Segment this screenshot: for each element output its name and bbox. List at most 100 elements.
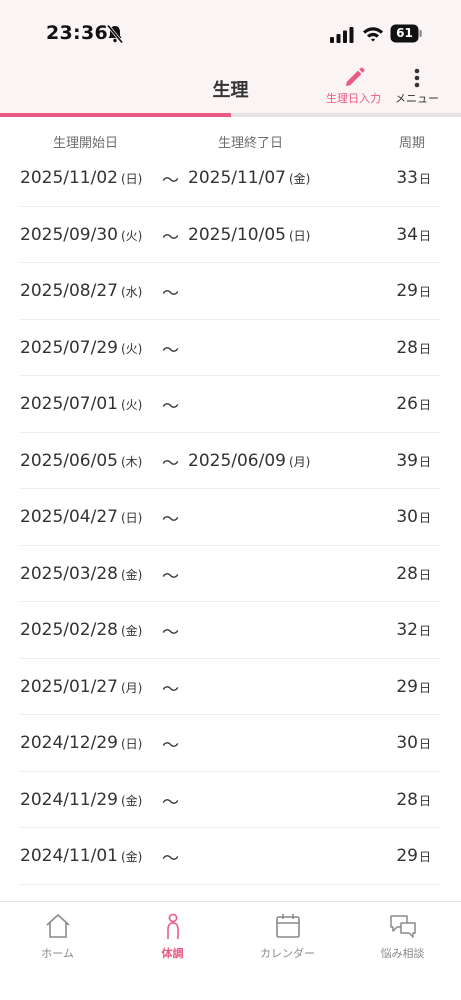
status-bar: 23:36 61 [0,0,461,62]
period-start: 2024/11/01 (金) [20,846,142,866]
period-row[interactable]: 2025/02/28 (金) 〜 32日 [20,602,441,659]
period-start-weekday: (火) [120,341,143,356]
chat-bubbles-icon [389,915,416,938]
period-row[interactable]: 2024/12/29 (日) 〜 30日 [20,715,441,772]
period-start: 2025/01/27 (月) [20,677,142,697]
period-row[interactable]: 2024/11/29 (金) 〜 28日 [20,772,441,828]
cycle-unit: 日 [418,454,431,469]
period-start: 2025/06/05 (木) [20,451,142,471]
cycle-days: 28 [396,563,418,584]
column-header-start: 生理開始日 [53,136,119,151]
cycle-unit: 日 [418,737,431,751]
period-start: 2025/09/30 (火) [20,225,142,245]
cycle-days: 29 [396,281,418,301]
period-start-date: 2025/07/29 [20,337,118,358]
period-start-weekday: (日) [120,172,143,186]
person-icon [166,913,179,939]
menu-button[interactable]: メニュー [395,66,439,106]
period-start-date: 2025/01/27 [20,676,118,697]
range-tilde: 〜 [162,736,179,756]
period-end: 2025/10/05 (日) [188,225,310,245]
period-row[interactable]: 2025/03/28 (金) 〜 28日 [20,546,441,602]
cycle-length: 28日 [396,790,431,810]
period-start-weekday: (日) [120,511,143,525]
cycle-length: 32日 [396,620,431,640]
period-row[interactable]: 2024/11/01 (金) 〜 29日 [20,828,441,885]
cycle-days: 29 [396,676,418,697]
cycle-length: 28日 [396,338,431,358]
cycle-length: 29日 [396,281,431,301]
column-headers: 生理開始日 生理終了日 周期 [0,132,461,152]
period-start-date: 2024/12/29 [20,733,118,753]
signal-icon [330,27,354,43]
cycle-unit: 日 [418,624,431,638]
period-row[interactable]: 2025/04/27 (日) 〜 30日 [20,489,441,546]
period-row[interactable]: 2025/07/01 (火) 〜 26日 [20,376,441,433]
range-tilde: 〜 [162,623,179,643]
tab-consult[interactable]: 悩み相談 [345,912,460,972]
cycle-unit: 日 [418,341,431,356]
period-start: 2024/12/29 (日) [20,733,142,753]
period-start-date: 2025/08/27 [20,281,118,301]
period-start-weekday: (月) [120,680,143,695]
cycle-length: 33日 [396,168,431,188]
period-input-button[interactable]: 生理日入力 [326,66,381,106]
battery-level: 61 [396,26,413,40]
cycle-unit: 日 [418,228,431,243]
tab-indicator [0,113,231,117]
period-start: 2025/07/29 (火) [20,338,142,358]
range-tilde: 〜 [162,849,179,869]
cycle-length: 30日 [396,507,431,527]
top-area: 23:36 61 生理 生理日入力 メニュー [0,0,461,117]
range-tilde: 〜 [162,171,179,191]
period-end-weekday: (月) [288,454,311,469]
period-start-date: 2025/04/27 [20,507,118,527]
cycle-unit: 日 [418,680,431,695]
cycle-days: 26 [396,394,418,414]
calendar-icon [275,914,300,938]
period-row[interactable]: 2025/06/05 (木) 〜 2025/06/09 (月) 39日 [20,433,441,489]
cycle-length: 28日 [396,564,431,584]
period-end: 2025/11/07 (金) [188,168,310,188]
cycle-length: 30日 [396,733,431,753]
tab-body[interactable]: 体調 [115,912,230,972]
cycle-days: 28 [396,337,418,358]
period-start-weekday: (水) [120,285,143,299]
pencil-icon [345,67,364,86]
cycle-length: 29日 [396,846,431,866]
period-start-weekday: (木) [120,454,143,469]
period-start-weekday: (火) [120,398,143,412]
period-start-date: 2025/07/01 [20,394,118,414]
cycle-unit: 日 [418,793,431,808]
period-start-date: 2024/11/01 [20,846,118,866]
range-tilde: 〜 [162,792,179,813]
page-title: 生理 [212,80,249,101]
cycle-unit: 日 [418,850,431,864]
period-row[interactable]: 2025/01/27 (月) 〜 29日 [20,659,441,715]
status-time: 23:36 [46,22,108,44]
period-start-date: 2025/09/30 [20,224,118,245]
period-end-date: 2025/06/09 [188,450,286,471]
range-tilde: 〜 [162,566,179,587]
bell-off-icon [106,24,124,44]
period-row[interactable]: 2025/08/27 (水) 〜 29日 [20,263,441,320]
period-start-weekday: (金) [120,850,143,864]
bottom-tab-bar: ホーム 体調 カレンダー 悩み相談 [0,901,461,1000]
period-start-weekday: (金) [120,567,143,582]
period-start: 2025/02/28 (金) [20,620,142,640]
period-row[interactable]: 2025/07/29 (火) 〜 28日 [20,320,441,376]
tab-home[interactable]: ホーム [0,912,115,972]
column-header-end: 生理終了日 [218,136,284,151]
tab-calendar[interactable]: カレンダー [230,912,345,972]
cycle-days: 39 [396,450,418,471]
period-start-date: 2025/06/05 [20,450,118,471]
period-row[interactable]: 2025/11/02 (日) 〜 2025/11/07 (金) 33日 [20,150,441,207]
cycle-days: 34 [396,224,418,245]
period-row[interactable]: 2025/09/30 (火) 〜 2025/10/05 (日) 34日 [20,207,441,263]
period-list: 2025/11/02 (日) 〜 2025/11/07 (金) 33日 2025/09/30… [0,150,461,885]
cycle-unit: 日 [418,398,431,412]
cycle-days: 33 [396,168,418,188]
period-end-weekday: (日) [288,228,311,243]
range-tilde: 〜 [162,453,179,474]
period-start-weekday: (火) [120,228,143,243]
